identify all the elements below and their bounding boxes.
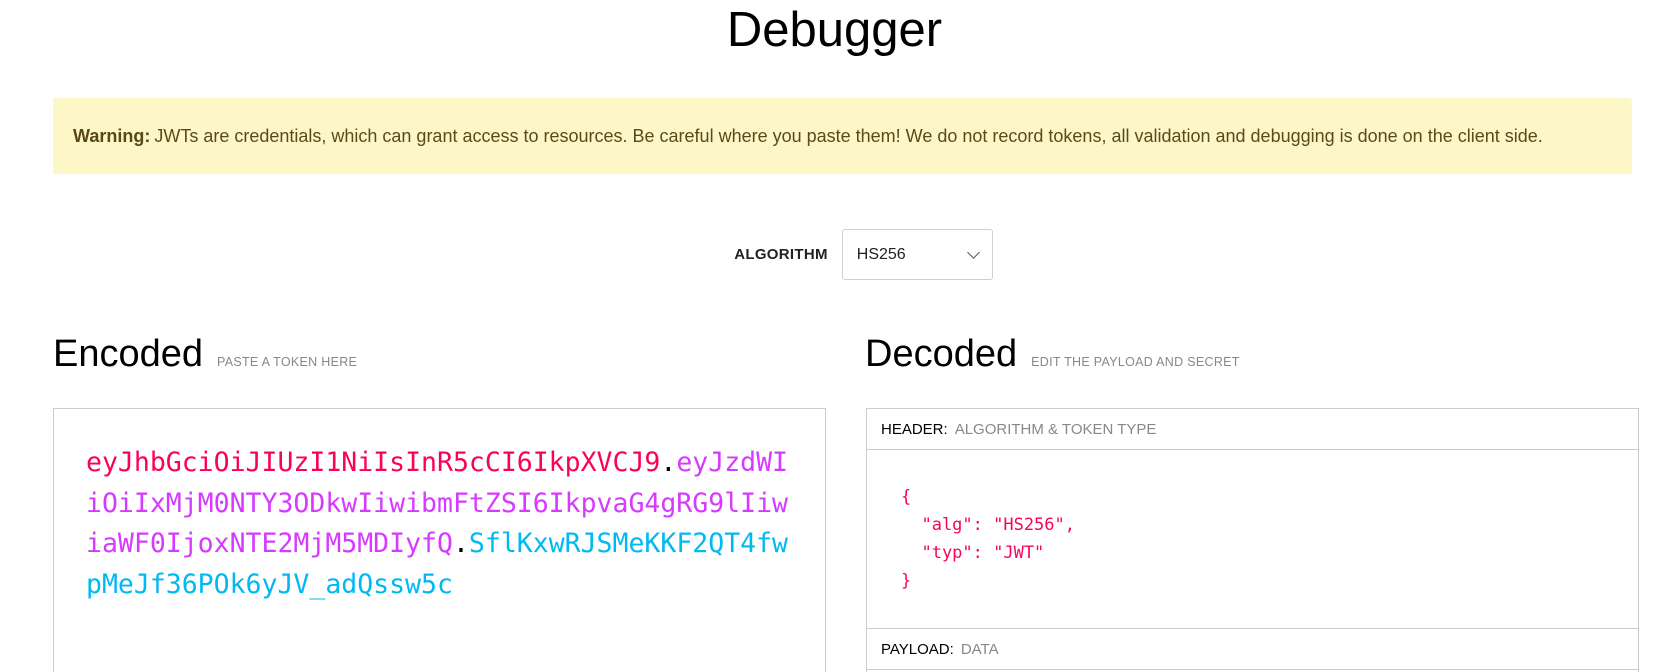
header-panel-title: HEADER: ALGORITHM & TOKEN TYPE [867,409,1638,450]
encoded-heading-row: Encoded PASTE A TOKEN HERE [53,333,357,376]
algorithm-selected-value: HS256 [856,245,906,263]
warning-label: Warning: [73,125,151,146]
header-panel-desc: ALGORITHM & TOKEN TYPE [954,420,1157,438]
decoded-panel: HEADER: ALGORITHM & TOKEN TYPE { "alg": … [866,408,1639,672]
token-separator: . [452,528,469,559]
warning-text: JWTs are credentials, which can grant ac… [154,125,1543,146]
header-panel-label: HEADER: [881,420,948,438]
decoded-heading-row: Decoded EDIT THE PAYLOAD AND SECRET [865,333,1240,376]
token-header-part: eyJhbGciOiJIUzI1NiIsInR5cCI6IkpXVCJ9 [86,447,661,478]
chevron-down-icon [966,245,980,259]
algorithm-select[interactable]: HS256 [841,229,993,280]
token-separator: . [660,447,677,478]
encoded-hint: PASTE A TOKEN HERE [217,355,358,369]
payload-panel-title: PAYLOAD: DATA [867,629,1638,670]
algorithm-row: ALGORITHM HS256 [0,229,1669,280]
encoded-token-input[interactable]: eyJhbGciOiJIUzI1NiIsInR5cCI6IkpXVCJ9.eyJ… [53,408,826,672]
encoded-heading: Encoded [53,333,204,375]
warning-banner: Warning: JWTs are credentials, which can… [53,98,1632,174]
payload-panel-desc: DATA [960,640,999,658]
header-json-editor[interactable]: { "alg": "HS256", "typ": "JWT" } [867,450,1638,629]
decoded-heading: Decoded [865,333,1018,375]
decoded-hint: EDIT THE PAYLOAD AND SECRET [1031,355,1240,369]
payload-panel-label: PAYLOAD: [881,640,954,658]
page-title: Debugger [726,3,943,57]
debugger-page: Debugger Warning: JWTs are credentials, … [0,0,1669,672]
algorithm-label: ALGORITHM [734,246,828,263]
